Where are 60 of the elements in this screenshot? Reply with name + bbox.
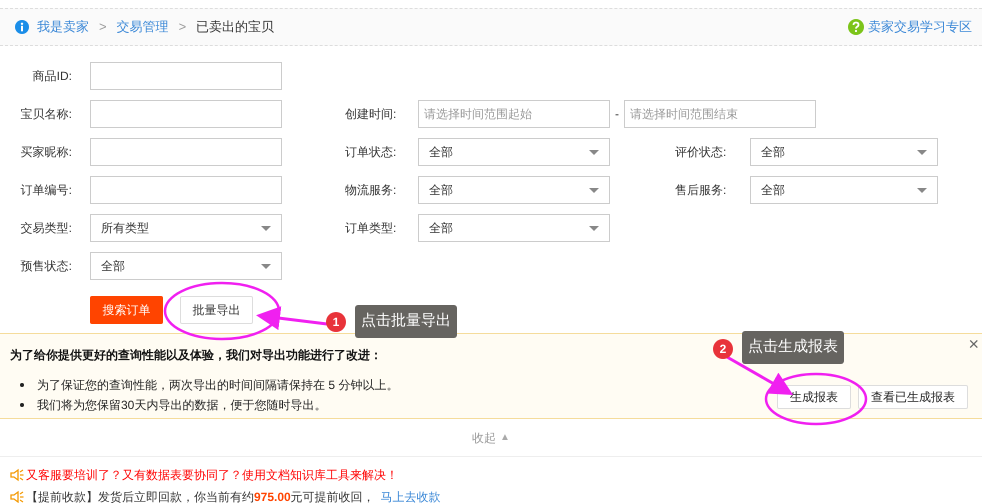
collapse-arrow: ▲: [500, 431, 510, 445]
caret-icon: [917, 188, 927, 192]
range-separator: -: [615, 106, 619, 123]
callout-tooltip: 点击批量导出: [355, 305, 457, 338]
text-input[interactable]: [90, 100, 282, 128]
notice-item: 我们将为您保留30天内导出的数据，便于您随时导出。: [37, 397, 326, 414]
bullet-icon: [20, 383, 24, 387]
speaker-icon: [10, 468, 24, 482]
field-label: 创建时间:: [345, 106, 398, 123]
step-badge: 1: [326, 312, 346, 332]
caret-icon: [589, 226, 599, 230]
generate-report-button[interactable]: 生成报表: [777, 385, 851, 409]
breadcrumb-link[interactable]: 我是卖家: [37, 17, 89, 37]
promo-text: 又客服要培训了？又有数据表要协同了？使用文档知识库工具来解决！: [26, 467, 398, 484]
breadcrumb-separator: >: [99, 18, 107, 36]
field-label: 订单编号:: [20, 182, 73, 199]
field-label: 宝贝名称:: [20, 106, 73, 123]
help-link[interactable]: 卖家交易学习专区: [868, 17, 972, 37]
info-icon: [15, 20, 29, 34]
caret-icon: [261, 226, 271, 230]
breadcrumb-separator: >: [178, 18, 186, 36]
export-button[interactable]: 批量导出: [180, 296, 253, 324]
caret-icon: [917, 150, 927, 154]
caret-icon: [261, 264, 271, 268]
field-label: 订单状态:: [345, 144, 398, 161]
select-dropdown[interactable]: 全部: [418, 176, 610, 204]
caret-icon: [589, 188, 599, 192]
close-button[interactable]: ×: [968, 334, 979, 354]
bullet-icon: [20, 403, 24, 407]
select-dropdown[interactable]: 全部: [90, 252, 282, 280]
callout-tooltip: 点击生成报表: [742, 331, 844, 364]
notice-item: 为了保证您的查询性能，两次导出的时间间隔请保持在 5 分钟以上。: [37, 377, 398, 394]
field-label: 物流服务:: [345, 182, 398, 199]
field-label: 售后服务:: [675, 182, 728, 199]
field-label: 商品ID:: [32, 68, 73, 85]
pointer-arrow: [256, 306, 328, 330]
date-input[interactable]: 请选择时间范围结束: [624, 100, 816, 128]
text-input[interactable]: [90, 176, 282, 204]
field-label: 预售状态:: [20, 258, 73, 275]
field-label: 买家昵称:: [20, 144, 73, 161]
breadcrumb-link[interactable]: 交易管理: [116, 17, 169, 37]
select-dropdown[interactable]: 全部: [418, 138, 610, 166]
select-dropdown[interactable]: 全部: [418, 214, 610, 242]
collect-link[interactable]: 马上去收款: [380, 488, 441, 503]
caret-icon: [589, 150, 599, 154]
text-input[interactable]: [90, 62, 282, 90]
field-label: 评价状态:: [675, 144, 728, 161]
select-dropdown[interactable]: 全部: [750, 138, 938, 166]
text-input[interactable]: [90, 138, 282, 166]
notice-title: 为了给你提供更好的查询性能以及体验，我们对导出功能进行了改进：: [10, 347, 382, 364]
promo-text: 【提前收款】发货后立即回款，你当前有约975.00元可提前收回，: [26, 489, 375, 503]
view-reports-button[interactable]: 查看已生成报表: [858, 385, 968, 409]
field-label: 订单类型:: [345, 220, 398, 237]
speaker-icon: [10, 490, 24, 503]
select-dropdown[interactable]: 所有类型: [90, 214, 282, 242]
select-dropdown[interactable]: 全部: [750, 176, 938, 204]
date-input[interactable]: 请选择时间范围起始: [418, 100, 610, 128]
breadcrumb-current: 已卖出的宝贝: [196, 18, 274, 36]
field-label: 交易类型:: [20, 220, 73, 237]
help-icon: [848, 19, 864, 35]
